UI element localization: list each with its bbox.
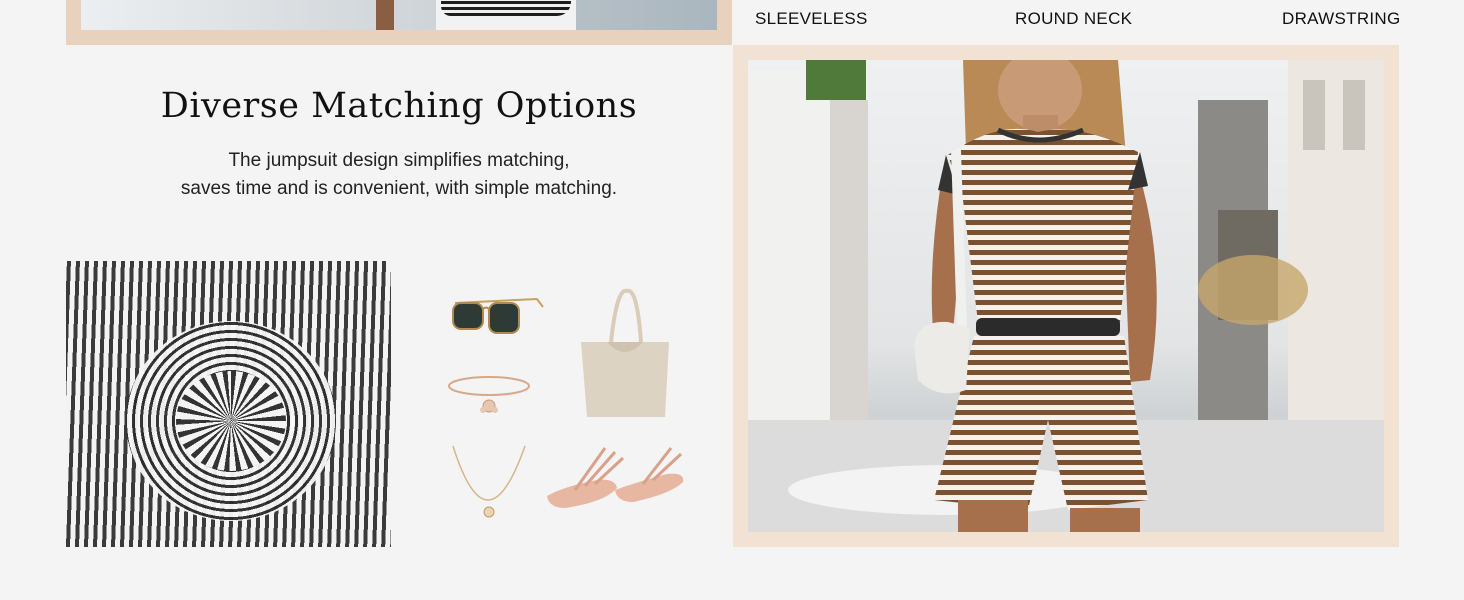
sandals-image [547,447,684,508]
tote-bag-image [581,288,669,417]
model-photo [748,60,1384,532]
feature-round-neck: ROUND NECK [1015,9,1133,28]
section-title: Diverse Matching Options [160,86,638,126]
necklace-image [452,445,526,518]
bracelet-image [448,376,530,413]
striped-shorts [441,0,571,16]
feature-drawstring: DRAWSTRING [1282,9,1401,28]
description-line-1: The jumpsuit design simplifies matching, [228,150,570,171]
fabric-swatch-image [66,261,391,547]
feature-sleeveless: SLEEVELESS [755,9,868,28]
description-line-2: saves time and is convenient, with simpl… [180,178,618,199]
top-photo [81,0,717,30]
sunglasses-image [452,297,544,334]
